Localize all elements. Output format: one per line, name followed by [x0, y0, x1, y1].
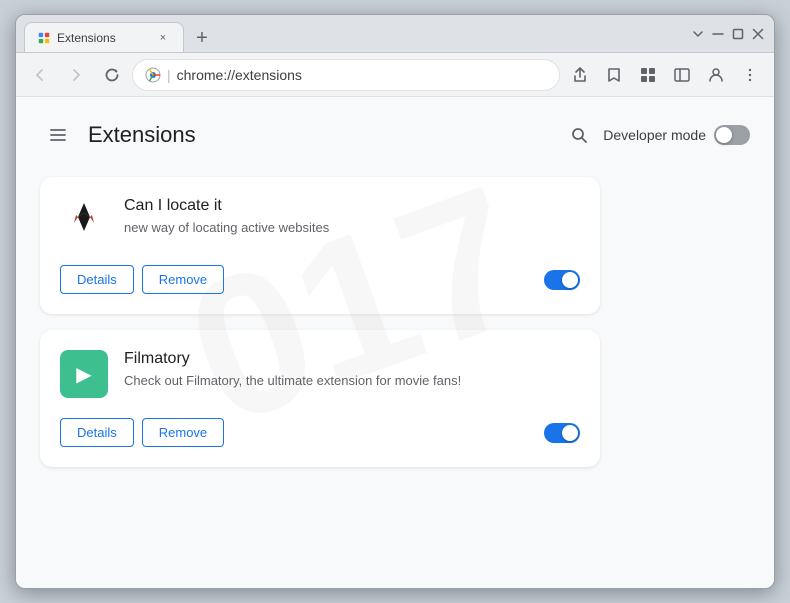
ext-name-0: Can I locate it — [124, 197, 580, 215]
remove-button-1[interactable]: Remove — [142, 418, 224, 447]
hamburger-menu-button[interactable] — [40, 117, 76, 153]
card-header-1: Filmatory Check out Filmatory, the ultim… — [60, 350, 580, 398]
reload-button[interactable] — [96, 59, 128, 91]
details-button-0[interactable]: Details — [60, 265, 134, 294]
ext-desc-0: new way of locating active websites — [124, 219, 580, 237]
ext-info-1: Filmatory Check out Filmatory, the ultim… — [124, 350, 580, 390]
tab-close-button[interactable]: × — [155, 30, 171, 46]
close-button[interactable] — [750, 26, 766, 42]
card-actions-1: Details Remove — [60, 418, 224, 447]
extensions-header-left: Extensions — [40, 117, 196, 153]
bookmark-button[interactable] — [598, 59, 630, 91]
page-title: Extensions — [88, 122, 196, 148]
maximize-button[interactable] — [730, 26, 746, 42]
extension-icon-1 — [60, 350, 108, 398]
active-tab[interactable]: Extensions × — [24, 22, 184, 52]
card-actions-0: Details Remove — [60, 265, 224, 294]
card-footer-1: Details Remove — [60, 418, 580, 447]
toggle-knob-1 — [562, 425, 578, 441]
profile-button[interactable] — [700, 59, 732, 91]
developer-mode-section: Developer mode — [563, 119, 750, 151]
ext-info-0: Can I locate it new way of locating acti… — [124, 197, 580, 237]
extension-icon-0 — [60, 197, 108, 245]
title-bar-right — [690, 26, 766, 42]
share-button[interactable] — [564, 59, 596, 91]
ext-name-1: Filmatory — [124, 350, 580, 368]
extensions-page: Extensions Developer mode — [16, 97, 774, 503]
card-footer-0: Details Remove — [60, 265, 580, 294]
tab-title: Extensions — [57, 31, 149, 45]
toolbar-right — [564, 59, 766, 91]
extensions-header: Extensions Developer mode — [40, 117, 750, 153]
page-content: Extensions Developer mode — [16, 97, 774, 588]
forward-button[interactable] — [60, 59, 92, 91]
extensions-button[interactable] — [632, 59, 664, 91]
chevron-down-button[interactable] — [690, 26, 706, 42]
address-bar[interactable]: | chrome://extensions — [132, 59, 560, 91]
toggle-knob — [716, 127, 732, 143]
address-separator: | — [167, 67, 171, 83]
developer-mode-label: Developer mode — [603, 127, 706, 143]
extension-tab-favicon — [37, 31, 51, 45]
extension-toggle-1[interactable] — [544, 423, 580, 443]
toolbar: | chrome://extensions — [16, 53, 774, 97]
minimize-button[interactable] — [710, 26, 726, 42]
sidebar-button[interactable] — [666, 59, 698, 91]
card-header-0: Can I locate it new way of locating acti… — [60, 197, 580, 245]
details-button-1[interactable]: Details — [60, 418, 134, 447]
extension-card-0: Can I locate it new way of locating acti… — [40, 177, 600, 314]
search-button[interactable] — [563, 119, 595, 151]
title-bar: Extensions × + — [16, 15, 774, 53]
toggle-knob-0 — [562, 272, 578, 288]
remove-button-0[interactable]: Remove — [142, 265, 224, 294]
developer-mode-toggle[interactable] — [714, 125, 750, 145]
ext-desc-1: Check out Filmatory, the ultimate extens… — [124, 372, 580, 390]
extension-toggle-0[interactable] — [544, 270, 580, 290]
back-button[interactable] — [24, 59, 56, 91]
address-text: chrome://extensions — [177, 67, 547, 83]
chrome-logo-icon — [145, 67, 161, 83]
menu-button[interactable] — [734, 59, 766, 91]
extension-card-1: Filmatory Check out Filmatory, the ultim… — [40, 330, 600, 467]
tab-strip: Extensions × + — [24, 15, 690, 52]
new-tab-button[interactable]: + — [188, 24, 216, 52]
browser-window: Extensions × + — [15, 14, 775, 589]
